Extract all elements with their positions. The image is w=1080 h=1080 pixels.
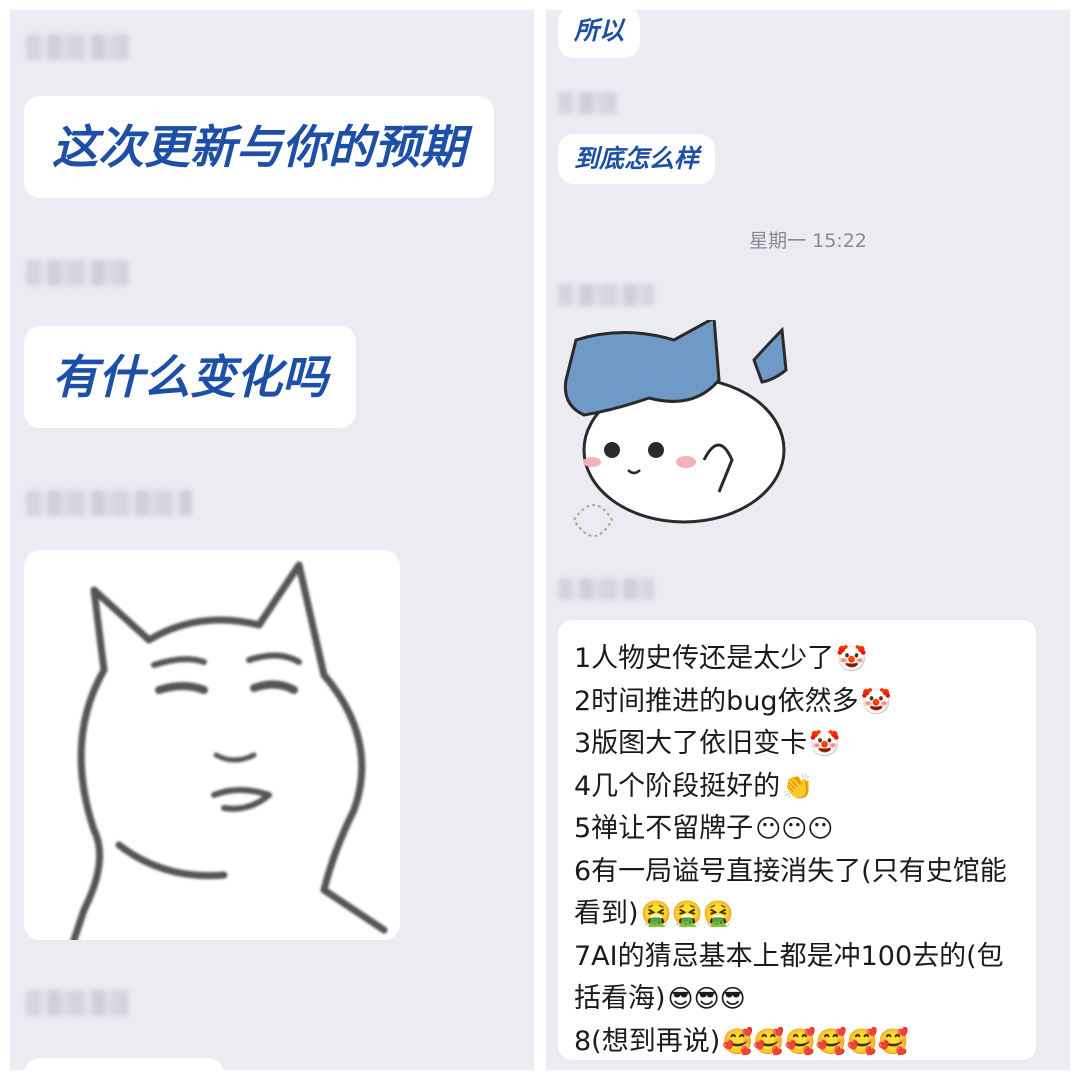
blurred-sender-name [558, 578, 654, 600]
list-item: 4几个阶段挺好的👏 [574, 770, 814, 802]
clown-face-icon: 🤡 [836, 644, 868, 673]
blurred-sender-name [26, 260, 130, 286]
blurred-sender-name [26, 34, 130, 60]
clown-face-icon: 🤡 [809, 729, 841, 758]
list-item: 8(想到再说)🥰🥰🥰🥰🥰🥰 [574, 1025, 910, 1057]
list-item: 5禅让不留牌子😶😶😶 [574, 813, 834, 844]
message-text: 所以 [574, 16, 625, 45]
list-item: 7AI的猜忌基本上都是冲100去的(包括看海)😎😎😎 [574, 940, 1004, 1015]
blue-cat-sticker[interactable] [554, 320, 790, 556]
list-item: 2时间推进的bug依然多🤡 [574, 685, 892, 717]
message-bubble[interactable]: 这次更新与你的预期 [24, 96, 494, 198]
message-bubble[interactable]: 到底怎么样 [558, 134, 716, 184]
message-text: 这次更新与你的预期 [52, 120, 466, 174]
blurred-sender-name [558, 284, 654, 306]
clapping-hands-icon: 👏 [782, 771, 814, 801]
message-text: 有什么变化吗 [52, 350, 328, 404]
right-chat-panel: 所以 到底怎么样 星期一 15:22 1人物史传还是太少了🤡 2时间推进的bug… [546, 10, 1070, 1070]
timestamp: 星期一 15:22 [749, 230, 867, 252]
left-chat-panel: 这次更新与你的预期 有什么变化吗 [10, 10, 534, 1070]
blurred-sender-name [558, 92, 618, 114]
list-item: 1人物史传还是太少了🤡 [574, 643, 868, 674]
feedback-list-bubble[interactable]: 1人物史传还是太少了🤡 2时间推进的bug依然多🤡 3版图大了依旧变卡🤡 4几个… [558, 620, 1036, 1060]
list-item: 6有一局谥号直接消失了(只有史馆能看到)🤮🤮🤮 [574, 855, 1007, 930]
blurred-sender-name [26, 990, 130, 1016]
blurred-sender-name [26, 490, 192, 516]
sunglasses-face-icon: 😎😎😎 [667, 984, 746, 1013]
blue-cat-drawing [563, 320, 788, 537]
message-bubble[interactable]: 所以 [558, 10, 641, 58]
cat-face-drawing [70, 561, 388, 940]
vomiting-face-icon: 🤮🤮🤮 [640, 899, 734, 928]
message-bubble[interactable]: 有什么变化吗 [24, 326, 356, 428]
cat-face-sticker[interactable] [24, 550, 400, 940]
blank-face-icon: 😶😶😶 [755, 814, 834, 843]
message-bubble-partial[interactable] [24, 1058, 224, 1070]
list-item: 3版图大了依旧变卡🤡 [574, 728, 841, 759]
message-text: 到底怎么样 [574, 144, 700, 173]
smiling-hearts-face-icon: 🥰🥰🥰🥰🥰🥰 [722, 1026, 910, 1056]
clown-face-icon: 🤡 [860, 686, 892, 716]
